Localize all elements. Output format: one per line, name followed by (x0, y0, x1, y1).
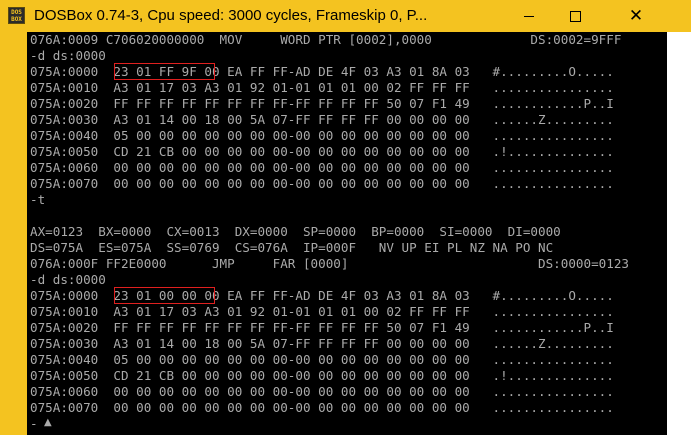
window-title: DOSBox 0.74-3, Cpu speed: 3000 cycles, F… (34, 7, 428, 24)
terminal-line: 075A:0060 00 00 00 00 00 00 00 00-00 00 … (30, 384, 614, 399)
terminal-line: 075A:0030 A3 01 14 00 18 00 5A 07-FF FF … (30, 112, 614, 127)
terminal-line: 075A:0060 00 00 00 00 00 00 00 00-00 00 … (30, 160, 614, 175)
terminal-line: 075A:0070 00 00 00 00 00 00 00 00-00 00 … (30, 400, 614, 415)
window-right-area (667, 32, 691, 435)
terminal-line: 076A:000F FF2E0000 JMP FAR [0000] DS:000… (30, 256, 629, 271)
terminal-line: 075A:0040 05 00 00 00 00 00 00 00-00 00 … (30, 352, 614, 367)
terminal-prompt[interactable]: - (30, 416, 38, 432)
terminal-line: 076A:0009 C706020000000 MOV WORD PTR [00… (30, 32, 622, 47)
terminal-line: 075A:0020 FF FF FF FF FF FF FF FF-FF FF … (30, 96, 614, 111)
close-button[interactable]: ✕ (613, 0, 659, 32)
minimize-button[interactable] (506, 0, 552, 32)
highlight-box-before (114, 63, 215, 80)
terminal-line: 075A:0050 CD 21 CB 00 00 00 00 00-00 00 … (30, 368, 614, 383)
dosbox-window: DOS BOX DOSBox 0.74-3, Cpu speed: 3000 c… (0, 0, 691, 435)
terminal-line: 075A:0010 A3 01 17 03 A3 01 92 01-01 01 … (30, 304, 614, 319)
highlight-box-after (114, 287, 215, 304)
title-bar[interactable]: DOS BOX DOSBox 0.74-3, Cpu speed: 3000 c… (0, 0, 691, 32)
terminal-line: -d ds:0000 (30, 48, 106, 63)
terminal-line: 075A:0040 05 00 00 00 00 00 00 00-00 00 … (30, 128, 614, 143)
up-arrow-icon: ▲ (44, 417, 52, 428)
dos-screen[interactable]: 076A:0009 C706020000000 MOV WORD PTR [00… (27, 32, 667, 435)
window-left-border (0, 32, 27, 435)
terminal-line: -d ds:0000 (30, 272, 106, 287)
terminal-line: 075A:0030 A3 01 14 00 18 00 5A 07-FF FF … (30, 336, 614, 351)
terminal-line: -t (30, 192, 46, 207)
terminal-line: AX=0123 BX=0000 CX=0013 DX=0000 SP=0000 … (30, 224, 561, 239)
terminal-line: 075A:0020 FF FF FF FF FF FF FF FF-FF FF … (30, 320, 614, 335)
close-icon: ✕ (628, 5, 644, 26)
terminal-line: DS=075A ES=075A SS=0769 CS=076A IP=000F … (30, 240, 554, 255)
maximize-icon (569, 10, 581, 22)
minimize-icon (524, 15, 534, 17)
terminal-line: 075A:0050 CD 21 CB 00 00 00 00 00-00 00 … (30, 144, 614, 159)
terminal-line: 075A:0010 A3 01 17 03 A3 01 92 01-01 01 … (30, 80, 614, 95)
maximize-button[interactable] (552, 0, 598, 32)
dosbox-icon[interactable]: DOS BOX (8, 7, 25, 24)
terminal-line: 075A:0070 00 00 00 00 00 00 00 00-00 00 … (30, 176, 614, 191)
